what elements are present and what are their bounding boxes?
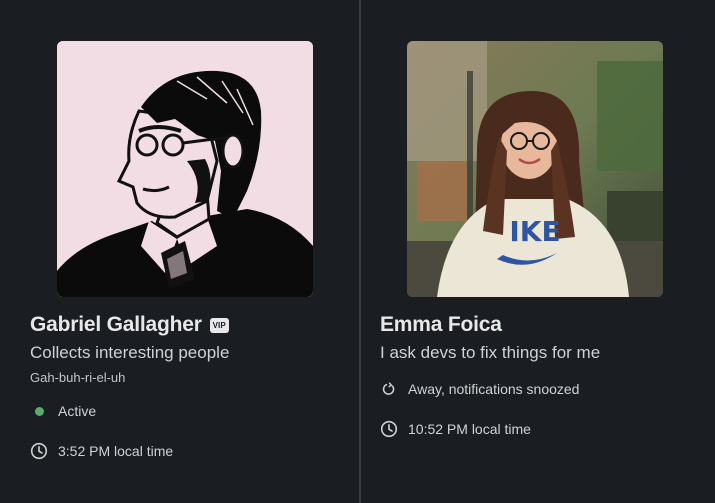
- profile-photo[interactable]: IKE: [407, 41, 663, 297]
- local-time-row: 3:52 PM local time: [30, 442, 173, 460]
- illustrated-portrait-image: [57, 41, 313, 297]
- profile-title: Collects interesting people: [30, 343, 230, 362]
- clock-icon: [30, 442, 48, 460]
- local-time-row: 10:52 PM local time: [380, 420, 531, 438]
- profile-name: Gabriel Gallagher: [30, 313, 202, 336]
- name-row: Gabriel Gallagher VIP: [30, 313, 229, 337]
- name-row: Emma Foica: [380, 313, 502, 337]
- status-text: Active: [58, 403, 97, 419]
- local-time-text: 10:52 PM local time: [408, 421, 531, 437]
- status-row: Active: [30, 402, 96, 420]
- portrait-photo-image: IKE: [407, 41, 663, 297]
- clock-icon: [380, 420, 398, 438]
- status-text: Away, notifications snoozed: [408, 381, 580, 397]
- svg-text:IKE: IKE: [509, 215, 560, 248]
- green-dot-icon: [30, 402, 48, 420]
- profile-photo[interactable]: [57, 41, 313, 297]
- vip-badge-icon: VIP: [209, 317, 229, 333]
- local-time-text: 3:52 PM local time: [58, 443, 174, 459]
- profile-card-gabriel: Gabriel Gallagher VIP Collects interesti…: [0, 0, 359, 503]
- profile-name: Emma Foica: [380, 313, 502, 336]
- status-row: Away, notifications snoozed: [380, 380, 579, 398]
- profile-card-emma: IKE Emma Foica I ask devs to fix things …: [361, 0, 715, 503]
- profile-title: I ask devs to fix things for me: [380, 343, 601, 362]
- snooze-icon: [380, 380, 398, 398]
- name-pronunciation: Gah-buh-ri-el-uh: [30, 370, 126, 385]
